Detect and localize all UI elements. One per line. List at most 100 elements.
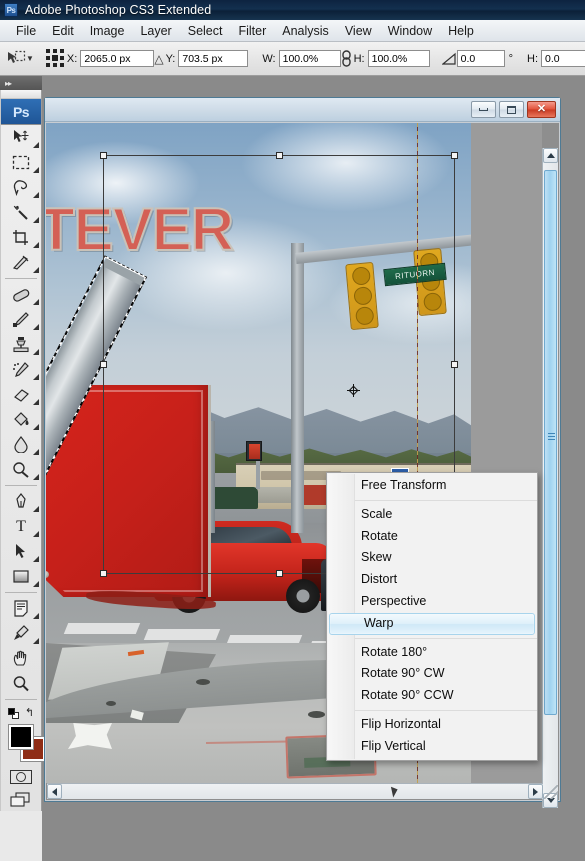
eyedropper-tool[interactable] [1,621,41,646]
x-label: X: [66,52,78,65]
context-menu-item-flip-horizontal[interactable]: Flip Horizontal [327,714,537,736]
screen-mode-button[interactable] [1,787,41,811]
move-tool[interactable] [1,125,41,150]
reference-point-locator-icon[interactable] [45,47,65,71]
expand-panels-button[interactable]: ▸▸ [0,76,42,90]
angle-icon [441,47,457,71]
context-menu-item-flip-vertical[interactable]: Flip Vertical [327,736,537,758]
zoom-tool[interactable] [1,671,41,696]
tools-panel-column: ▸▸ Ps T ↰ [0,76,46,861]
history-brush-tool[interactable] [1,357,41,382]
scrollbar-grip-icon [548,433,555,440]
clone-stamp-tool[interactable] [1,332,41,357]
height-input[interactable] [367,50,430,67]
maximize-icon [507,105,516,114]
menu-edit[interactable]: Edit [44,22,82,40]
default-colors-icon[interactable] [7,707,19,719]
path-selection-tool[interactable] [1,539,41,564]
scroll-right-button[interactable] [528,784,543,799]
crop-tool[interactable] [1,225,41,250]
paint-bucket-tool[interactable] [1,407,41,432]
relative-position-triangle-icon[interactable]: △ [154,48,163,70]
menu-view[interactable]: View [337,22,380,40]
traffic-signal-mast-pole [291,243,304,533]
y-position-input[interactable] [178,50,249,67]
photoshop-badge-icon[interactable]: Ps [1,99,41,125]
quick-mask-mode-button[interactable] [1,767,41,787]
mouse-cursor [390,785,400,798]
menu-select[interactable]: Select [180,22,231,40]
context-menu-item-rotate[interactable]: Rotate [327,526,537,548]
context-menu-item-perspective[interactable]: Perspective [327,591,537,613]
tools-panel-drag-handle[interactable] [1,90,41,99]
link-chain-icon[interactable] [341,47,352,71]
vertical-scrollbar-thumb[interactable] [544,170,557,715]
crosswalk-stripe [63,623,141,634]
pen-tool[interactable] [1,489,41,514]
sign-bolt [46,571,49,578]
close-icon: ✕ [536,103,547,115]
minimize-button[interactable] [471,101,496,118]
menu-filter[interactable]: Filter [230,22,274,40]
context-menu-separator [355,637,537,639]
tools-divider-1 [5,278,37,279]
tools-panel: Ps T ↰ [0,90,46,811]
traffic-light-yellow-lens [353,286,373,306]
slice-tool[interactable] [1,250,41,275]
move-tool-icon[interactable] [6,47,26,71]
context-menu-item-warp[interactable]: Warp [329,612,535,635]
road-debris [308,711,325,718]
context-menu-item-skew[interactable]: Skew [327,547,537,569]
horizontal-skew-input[interactable] [541,50,585,67]
tools-divider-2 [5,485,37,486]
scroll-up-button[interactable] [543,148,558,163]
swap-colors-icon[interactable]: ↰ [25,707,34,719]
maximize-button[interactable] [499,101,524,118]
horizontal-scrollbar[interactable] [47,783,543,799]
blur-tool[interactable] [1,432,41,457]
context-menu-item-free-transform[interactable]: Free Transform [327,475,537,497]
magic-wand-tool[interactable] [1,200,41,225]
traffic-light-red-lens [351,266,372,286]
dodge-tool[interactable] [1,457,41,482]
healing-brush-tool[interactable] [1,282,41,307]
lasso-tool[interactable] [1,175,41,200]
context-menu-separator [355,499,537,501]
menu-file[interactable]: File [8,22,44,40]
menu-help[interactable]: Help [440,22,482,40]
context-menu-item-scale[interactable]: Scale [327,504,537,526]
vertical-scrollbar[interactable] [542,148,558,808]
default-fg-swatch [7,707,15,715]
tool-preset-chevron-down-icon[interactable]: ▼ [26,48,34,70]
application-title: Adobe Photoshop CS3 Extended [25,3,212,17]
rectangle-shape-tool[interactable] [1,564,41,589]
type-tool[interactable]: T [1,514,41,539]
quick-mask-icon [10,770,32,784]
foreground-color-swatch[interactable] [8,724,34,750]
context-menu-item-distort[interactable]: Distort [327,569,537,591]
road-debris [196,679,210,685]
hand-tool[interactable] [1,646,41,671]
rectangular-marquee-tool[interactable] [1,150,41,175]
menu-layer[interactable]: Layer [132,22,179,40]
rotation-angle-input[interactable] [456,50,505,67]
menu-window[interactable]: Window [380,22,440,40]
x-position-input[interactable] [80,50,155,67]
scroll-left-button[interactable] [47,784,62,799]
traffic-light-green-lens [422,292,443,312]
notes-tool[interactable] [1,596,41,621]
context-menu-item-rotate-90-cw[interactable]: Rotate 90° CW [327,663,537,685]
window-resize-grip[interactable] [544,785,558,799]
y-label: Y: [165,52,176,65]
context-menu-item-rotate-180[interactable]: Rotate 180° [327,642,537,664]
menu-image[interactable]: Image [82,22,133,40]
menu-analysis[interactable]: Analysis [274,22,337,40]
color-swatches [1,723,46,767]
brush-tool[interactable] [1,307,41,332]
width-input[interactable] [278,50,341,67]
context-menu-item-rotate-90-ccw[interactable]: Rotate 90° CCW [327,685,537,707]
close-button[interactable]: ✕ [527,101,556,118]
arrow-right-icon [533,787,538,796]
document-title-bar[interactable]: ✕ [45,98,560,122]
eraser-tool[interactable] [1,382,41,407]
